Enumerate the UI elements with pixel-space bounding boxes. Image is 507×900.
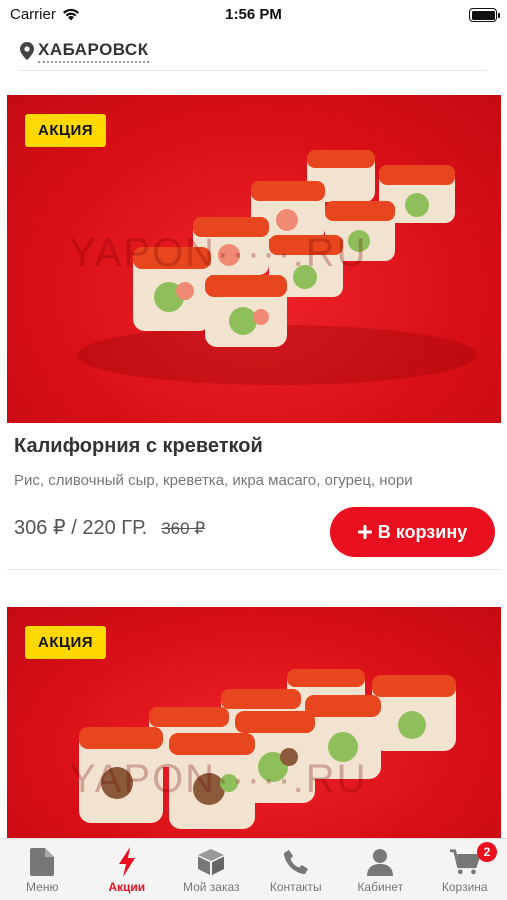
promo-badge: АКЦИЯ: [25, 114, 107, 147]
promo-badge: АКЦИЯ: [25, 626, 107, 659]
phone-icon: [281, 847, 311, 877]
old-price: 360 ₽: [161, 519, 206, 538]
product-card: YAPON·····.RU АКЦИЯ: [0, 607, 507, 840]
product-card: YAPON·····.RU АКЦИЯ Калифорния с креветк…: [0, 95, 507, 570]
tab-label: Акции: [108, 880, 146, 894]
tab-label: Корзина: [441, 880, 488, 894]
header-divider: [20, 70, 487, 71]
user-icon: [365, 847, 395, 877]
document-icon: [27, 847, 57, 877]
watermark: YAPON·····.RU: [69, 231, 368, 275]
tab-promotions[interactable]: Акции: [85, 839, 170, 900]
battery-icon: [469, 8, 500, 22]
tab-account[interactable]: Кабинет: [338, 839, 423, 900]
city-name: ХАБАРОВСК: [38, 40, 149, 63]
plus-icon: [357, 525, 372, 539]
tab-my-order[interactable]: Мой заказ: [169, 839, 254, 900]
price-row: 306 ₽ / 220 ГР. 360 ₽: [14, 515, 205, 540]
product-description: Рис, сливочный сыр, креветка, икра масаг…: [14, 472, 413, 489]
box-icon: [196, 847, 226, 877]
tab-label: Кабинет: [357, 880, 404, 894]
tab-label: Меню: [26, 880, 59, 894]
tab-contacts[interactable]: Контакты: [254, 839, 339, 900]
lightning-icon: [112, 847, 142, 877]
cart-count-badge: 2: [477, 842, 497, 862]
product-title[interactable]: Калифорния с креветкой: [14, 435, 263, 458]
add-to-cart-button[interactable]: В корзину: [330, 507, 495, 557]
location-pin-icon: [20, 42, 34, 60]
status-time: 1:56 PM: [225, 6, 282, 23]
tab-label: Мой заказ: [182, 880, 240, 894]
cart-icon: [449, 847, 480, 877]
city-selector[interactable]: ХАБАРОВСК: [20, 38, 149, 64]
tab-menu[interactable]: Меню: [0, 839, 85, 900]
tab-bar: Меню Акции Мой заказ Контакты Кабинет Ко…: [0, 838, 507, 900]
price: 306 ₽ / 220 ГР.: [14, 517, 148, 539]
add-to-cart-label: В корзину: [377, 521, 468, 542]
product-image[interactable]: YAPON·····.RU АКЦИЯ: [7, 95, 501, 423]
watermark: YAPON·····.RU: [69, 757, 368, 801]
tab-label: Контакты: [269, 880, 322, 894]
product-divider: [7, 569, 500, 570]
status-bar: Carrier 1:56 PM: [0, 0, 507, 30]
tab-cart[interactable]: Корзина 2: [423, 839, 507, 900]
product-image[interactable]: YAPON·····.RU АКЦИЯ: [7, 607, 501, 840]
